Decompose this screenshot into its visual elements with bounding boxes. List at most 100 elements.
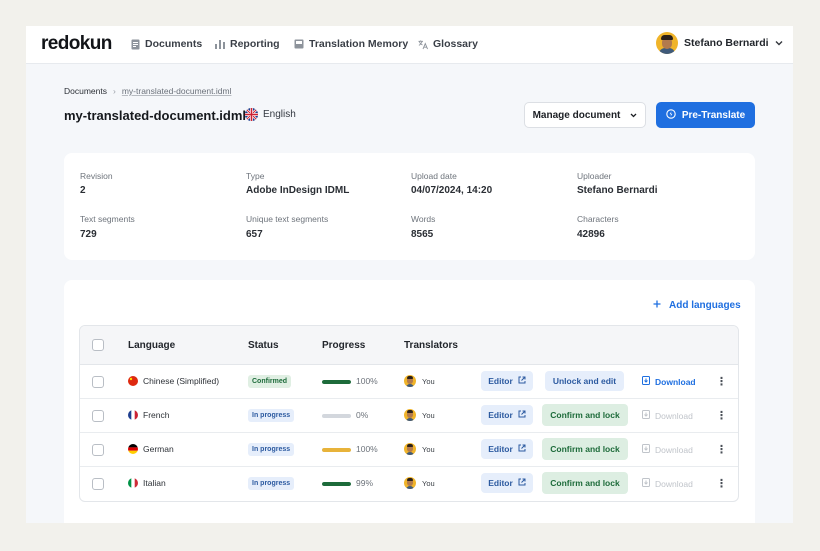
more-options-icon[interactable]: ⋮ <box>716 375 727 388</box>
avatar <box>656 32 678 54</box>
memory-icon <box>294 39 304 50</box>
translator-name: You <box>422 376 435 386</box>
source-language-label: English <box>263 109 296 120</box>
breadcrumb-root[interactable]: Documents <box>64 86 107 96</box>
progress-bar <box>322 380 351 384</box>
nav-reporting-label: Reporting <box>230 38 280 50</box>
more-options-icon[interactable]: ⋮ <box>716 443 727 456</box>
language-name: Italian <box>143 478 166 488</box>
translator-cell: You <box>404 375 435 387</box>
confirm-and-lock-button[interactable]: Confirm and lock <box>542 472 628 494</box>
translator-name: You <box>422 410 435 420</box>
progress-fill <box>322 380 351 384</box>
row-checkbox[interactable] <box>92 444 104 456</box>
nav-translation-memory-label: Translation Memory <box>309 38 409 50</box>
meta-value-characters: 42896 <box>577 229 605 240</box>
user-menu[interactable]: Stefano Bernardi <box>656 32 783 54</box>
app-logo[interactable]: redokun <box>41 33 112 55</box>
breadcrumb-separator: › <box>113 86 116 96</box>
unlock-and-edit-button[interactable]: Unlock and edit <box>545 371 624 391</box>
external-link-icon <box>518 376 526 386</box>
download-button[interactable]: Download <box>642 444 693 455</box>
download-icon <box>642 444 650 455</box>
status-badge: In progress <box>248 477 295 490</box>
download-icon <box>642 376 650 387</box>
row-checkbox[interactable] <box>92 376 104 388</box>
pre-translate-icon <box>666 108 676 122</box>
languages-table: Language Status Progress Translators Chi… <box>79 325 739 502</box>
uk-flag-icon <box>245 108 258 121</box>
editor-button[interactable]: Editor <box>481 473 533 493</box>
language-cell: German <box>128 444 174 454</box>
nav-reporting[interactable]: Reporting <box>215 38 280 50</box>
nav-documents[interactable]: Documents <box>130 38 202 50</box>
confirm-and-lock-button[interactable]: Confirm and lock <box>542 438 628 460</box>
meta-value-text-segments: 729 <box>80 229 97 240</box>
language-cell: Italian <box>128 478 166 488</box>
table-row: Chinese (Simplified) Confirmed 100% You … <box>80 365 738 399</box>
editor-button[interactable]: Editor <box>481 439 533 459</box>
progress-bar <box>322 482 351 486</box>
translator-cell: You <box>404 409 435 421</box>
table-header: Language Status Progress Translators <box>80 326 738 365</box>
column-progress: Progress <box>322 340 366 351</box>
app-window: redokun Documents Reporting Translation … <box>26 26 793 523</box>
top-navigation-bar: redokun Documents Reporting Translation … <box>26 26 793 64</box>
download-label: Download <box>655 444 693 455</box>
download-button[interactable]: Download <box>642 410 693 421</box>
document-icon <box>130 39 140 50</box>
translator-cell: You <box>404 443 435 455</box>
manage-document-label: Manage document <box>532 109 621 121</box>
download-button[interactable]: Download <box>642 478 693 489</box>
china-flag-icon <box>128 376 138 386</box>
chevron-down-icon <box>775 37 783 49</box>
pre-translate-button[interactable]: Pre-Translate <box>656 102 755 128</box>
select-all-checkbox[interactable] <box>92 339 104 351</box>
translator-name: You <box>422 444 435 454</box>
more-options-icon[interactable]: ⋮ <box>716 409 727 422</box>
download-icon <box>642 478 650 489</box>
italy-flag-icon <box>128 478 138 488</box>
source-language: English <box>245 108 296 121</box>
progress-bar <box>322 448 351 452</box>
translator-avatar <box>404 375 416 387</box>
translator-avatar <box>404 409 416 421</box>
meta-value-revision: 2 <box>80 185 86 196</box>
more-options-icon[interactable]: ⋮ <box>716 477 727 490</box>
document-info-card: Revision 2 Type Adobe InDesign IDML Uplo… <box>64 153 755 260</box>
add-languages-label: Add languages <box>669 300 741 311</box>
nav-translation-memory[interactable]: Translation Memory <box>294 38 408 50</box>
editor-label: Editor <box>488 444 513 454</box>
user-name: Stefano Bernardi <box>684 37 769 49</box>
download-label: Download <box>655 410 693 421</box>
progress-fill <box>322 448 351 452</box>
meta-value-upload-date: 04/07/2024, 14:20 <box>411 185 493 196</box>
pre-translate-label: Pre-Translate <box>681 109 746 121</box>
editor-label: Editor <box>488 478 513 488</box>
translate-icon <box>418 39 428 50</box>
status-badge: Confirmed <box>248 375 291 388</box>
column-translators: Translators <box>404 340 458 351</box>
external-link-icon <box>518 410 526 420</box>
language-name: Chinese (Simplified) <box>143 376 220 386</box>
progress-percent: 0% <box>356 410 369 420</box>
row-checkbox[interactable] <box>92 478 104 490</box>
confirm-and-lock-button[interactable]: Confirm and lock <box>542 404 628 426</box>
download-button[interactable]: Download <box>642 376 696 387</box>
languages-card: Add languages Language Status Progress T… <box>64 280 755 523</box>
manage-document-button[interactable]: Manage document <box>524 102 646 128</box>
editor-button[interactable]: Editor <box>481 405 533 425</box>
status-badge: In progress <box>248 409 295 422</box>
add-languages-button[interactable]: Add languages <box>653 300 741 311</box>
editor-label: Editor <box>488 376 513 386</box>
editor-button[interactable]: Editor <box>481 371 533 391</box>
language-cell: Chinese (Simplified) <box>128 376 219 386</box>
breadcrumb-current: my-translated-document.idml <box>121 86 232 96</box>
column-language: Language <box>128 340 176 351</box>
row-checkbox[interactable] <box>92 410 104 422</box>
meta-label-words: Words <box>411 214 436 224</box>
nav-glossary[interactable]: Glossary <box>418 38 478 50</box>
meta-value-uploader: Stefano Bernardi <box>577 185 658 196</box>
progress-fill <box>322 482 351 486</box>
bar-chart-icon <box>215 39 225 50</box>
